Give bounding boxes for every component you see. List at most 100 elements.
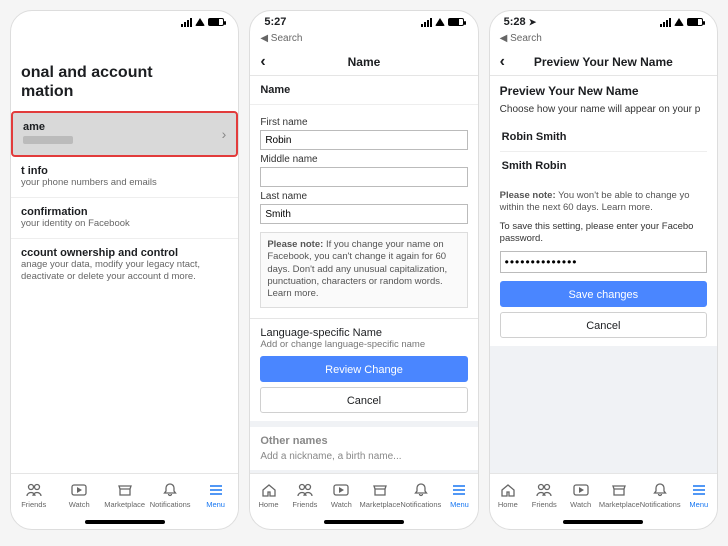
- name-note: Please note: If you change your name on …: [260, 232, 467, 308]
- status-time: 5:27: [264, 16, 286, 28]
- tab-watch[interactable]: Watch: [323, 474, 359, 517]
- status-bar: 5:28 ➤: [490, 11, 717, 33]
- lang-title: Language-specific Name: [260, 327, 467, 339]
- tab-bar: Home Friends Watch Marketplace Notificat…: [490, 473, 717, 517]
- tab-watch[interactable]: Watch: [56, 474, 101, 517]
- friends-icon: [26, 482, 42, 498]
- marketplace-icon: [372, 482, 388, 498]
- home-indicator: [563, 520, 643, 524]
- friends-icon: [297, 482, 313, 498]
- back-icon[interactable]: ‹: [260, 53, 265, 71]
- first-name-input[interactable]: [260, 130, 467, 150]
- cancel-button[interactable]: Cancel: [500, 312, 707, 338]
- nav-header: ‹ Preview Your New Name: [490, 48, 717, 76]
- breadcrumb-search[interactable]: ◀ Search: [250, 33, 477, 48]
- save-changes-button[interactable]: Save changes: [500, 281, 707, 307]
- tab-label: Home: [498, 500, 518, 509]
- signal-icon: [181, 18, 192, 27]
- name-form: First name Middle name Last name Please …: [250, 105, 477, 319]
- home-indicator: [324, 520, 404, 524]
- other-names-sub: Add a nickname, a birth name...: [260, 451, 401, 462]
- phone-settings: onal and account mation ame › t info you…: [10, 10, 239, 530]
- tab-label: Home: [259, 500, 279, 509]
- tab-menu[interactable]: Menu: [681, 474, 717, 517]
- middle-name-label: Middle name: [260, 154, 467, 165]
- tab-friends[interactable]: Friends: [526, 474, 562, 517]
- row-ownership[interactable]: ccount ownership and control anage your …: [11, 239, 238, 291]
- preview-heading: Preview Your New Name: [500, 84, 707, 98]
- tab-home[interactable]: Home: [250, 474, 286, 517]
- cancel-button[interactable]: Cancel: [260, 387, 467, 413]
- row-name-label: ame: [23, 121, 226, 133]
- tab-friends[interactable]: Friends: [11, 474, 56, 517]
- row-name[interactable]: ame ›: [11, 111, 238, 157]
- marketplace-icon: [611, 482, 627, 498]
- breadcrumb-search[interactable]: ◀ Search: [490, 33, 717, 48]
- watch-icon: [71, 482, 87, 498]
- row-identity[interactable]: confirmation your identity on Facebook: [11, 198, 238, 239]
- tab-marketplace[interactable]: Marketplace: [102, 474, 147, 517]
- settings-content: onal and account mation ame › t info you…: [11, 33, 238, 473]
- watch-icon: [573, 482, 589, 498]
- tab-label: Menu: [689, 500, 708, 509]
- tab-menu[interactable]: Menu: [441, 474, 477, 517]
- row-sub: anage your data, modify your legacy ntac…: [21, 259, 228, 283]
- save-prompt: To save this setting, please enter your …: [500, 221, 707, 246]
- placeholder-shimmer: [23, 136, 73, 144]
- bell-icon: [413, 482, 429, 498]
- menu-icon: [208, 482, 224, 498]
- home-indicator: [85, 520, 165, 524]
- tab-label: Menu: [206, 500, 225, 509]
- name-option-2[interactable]: Smith Robin: [500, 152, 707, 180]
- other-names-title: Other names: [260, 435, 467, 451]
- tab-label: Marketplace: [599, 500, 640, 509]
- first-name-label: First name: [260, 117, 467, 128]
- row-sub: your phone numbers and emails: [21, 177, 228, 189]
- tab-label: Friends: [292, 500, 317, 509]
- row-contact[interactable]: t info your phone numbers and emails: [11, 157, 238, 198]
- section-header: Name: [250, 76, 477, 105]
- home-icon: [261, 482, 277, 498]
- middle-name-input[interactable]: [260, 167, 467, 187]
- last-name-input[interactable]: [260, 204, 467, 224]
- tab-label: Watch: [69, 500, 90, 509]
- tab-label: Friends: [21, 500, 46, 509]
- review-change-button[interactable]: Review Change: [260, 356, 467, 382]
- tab-notifications[interactable]: Notifications: [640, 474, 681, 517]
- nav-header: ‹ Name: [250, 48, 477, 76]
- tab-label: Notifications: [640, 500, 681, 509]
- bell-icon: [652, 482, 668, 498]
- status-bar: [11, 11, 238, 33]
- battery-icon: [687, 18, 703, 26]
- language-name-block: Language-specific Name Add or change lan…: [250, 319, 477, 421]
- battery-icon: [448, 18, 464, 26]
- tab-menu[interactable]: Menu: [193, 474, 238, 517]
- tab-notifications[interactable]: Notifications: [147, 474, 192, 517]
- tab-bar: Home Friends Watch Marketplace Notificat…: [250, 473, 477, 517]
- name-option-1[interactable]: Robin Smith: [500, 123, 707, 152]
- tab-home[interactable]: Home: [490, 474, 526, 517]
- tab-marketplace[interactable]: Marketplace: [360, 474, 401, 517]
- tab-marketplace[interactable]: Marketplace: [599, 474, 640, 517]
- menu-icon: [691, 482, 707, 498]
- tab-label: Notifications: [400, 500, 441, 509]
- battery-icon: [208, 18, 224, 26]
- signal-icon: [660, 18, 671, 27]
- tab-label: Friends: [532, 500, 557, 509]
- status-bar: 5:27: [250, 11, 477, 33]
- tab-label: Watch: [570, 500, 591, 509]
- password-input[interactable]: [500, 251, 707, 273]
- tab-friends[interactable]: Friends: [287, 474, 323, 517]
- row-title: ccount ownership and control: [21, 247, 228, 259]
- preview-note: Please note: You won't be able to change…: [500, 190, 707, 215]
- tab-watch[interactable]: Watch: [562, 474, 598, 517]
- back-icon[interactable]: ‹: [500, 53, 505, 71]
- tab-notifications[interactable]: Notifications: [400, 474, 441, 517]
- page-title: onal and account mation: [11, 33, 238, 111]
- lang-sub: Add or change language-specific name: [260, 339, 467, 350]
- menu-icon: [451, 482, 467, 498]
- tab-label: Menu: [450, 500, 469, 509]
- tab-label: Marketplace: [360, 500, 401, 509]
- wifi-icon: [435, 18, 445, 26]
- other-names-section[interactable]: Other names Add a nickname, a birth name…: [250, 421, 477, 470]
